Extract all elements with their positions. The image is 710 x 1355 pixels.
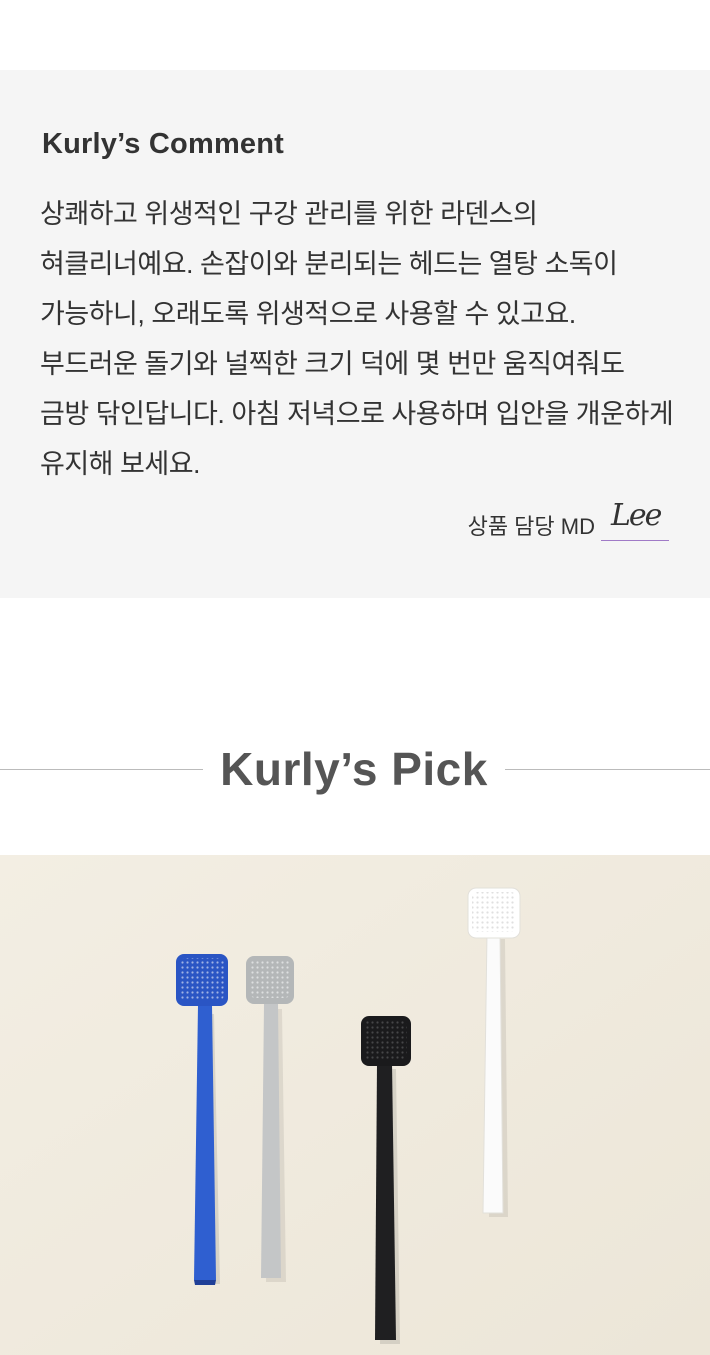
md-credit: 상품 담당 MD Lee [468, 498, 669, 541]
heading-divider-left [0, 769, 203, 770]
comment-title: Kurly’s Comment [42, 128, 285, 160]
pick-title: Kurly’s Pick [220, 743, 488, 795]
heading-divider-right [505, 769, 710, 770]
product-photo [0, 855, 710, 1355]
tongue-cleaners-illustration [0, 855, 710, 1355]
comment-body: 상쾌하고 위생적인 구강 관리를 위한 라덴스의 혀클리너예요. 손잡이와 분리… [40, 199, 674, 479]
kurly-pick-heading: Kurly’s Pick [0, 740, 710, 800]
md-label: 상품 담당 MD [467, 514, 595, 539]
md-signature-text: Lee [611, 498, 662, 533]
md-signature: Lee [601, 498, 669, 541]
